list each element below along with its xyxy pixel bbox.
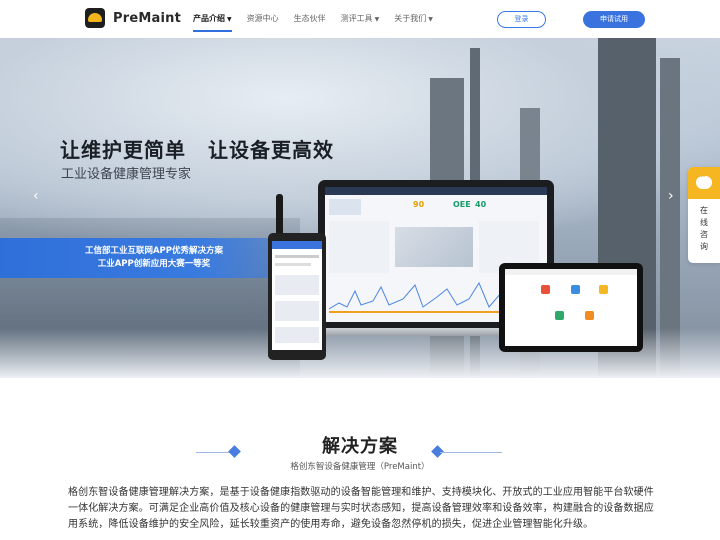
phone-list-line (275, 255, 319, 258)
chevron-down-icon: ▼ (428, 16, 433, 23)
top-navigation-bar: PreMaint 产品介绍 ▼ 资源中心 生态伙伴 测评工具 ▼ 关于我们 ▼ 登录 … (0, 0, 720, 38)
tablet-status-bar (505, 269, 637, 275)
nav-item-label: 生态伙伴 (293, 14, 326, 23)
chevron-left-icon[interactable]: ‹ (33, 188, 39, 204)
app-icon (571, 285, 580, 294)
metric-health: 90 (413, 200, 425, 209)
solution-title: 解决方案 (322, 436, 398, 457)
phone-card (275, 327, 319, 343)
phone-screen (272, 241, 322, 350)
slogan-left: 让维护更简单 (60, 138, 186, 162)
nav-item-label: 资源中心 (246, 14, 279, 23)
nav-item-resources[interactable]: 资源中心 (247, 0, 279, 38)
chevron-right-icon[interactable]: › (668, 188, 674, 204)
nav-item-about[interactable]: 关于我们 ▼ (394, 0, 433, 38)
app-icon (555, 311, 564, 320)
phone-app-header (272, 241, 322, 249)
award-line-1: 工信部工业互联网APP优秀解决方案 (84, 246, 224, 256)
tablet-device (499, 263, 643, 352)
metric-oee-value: 40 (475, 200, 487, 209)
award-banner: 工信部工业互联网APP优秀解决方案 工业APP创新应用大赛一等奖 (0, 238, 268, 278)
nav-item-partners[interactable]: 生态伙伴 (294, 0, 326, 38)
app-icon (541, 285, 550, 294)
tablet-screen (505, 269, 637, 346)
nav-item-evaluation-tools[interactable]: 测评工具 ▼ (341, 0, 380, 38)
consult-label[interactable]: 在线咨询 (698, 205, 710, 253)
phone-antenna (276, 194, 283, 236)
chevron-down-icon: ▼ (374, 16, 380, 23)
dashboard-panel (329, 221, 389, 273)
metric-oee-label: OEE (453, 200, 471, 209)
brand-logo[interactable]: PreMaint (85, 8, 181, 28)
login-button[interactable]: 登录 (497, 11, 546, 28)
app-icon (585, 311, 594, 320)
rugged-phone-device (268, 233, 326, 360)
chat-bubble-icon[interactable] (688, 167, 720, 199)
phone-card (275, 275, 319, 295)
dashboard-header (325, 187, 547, 195)
online-consult-widget[interactable]: 在线咨询 (688, 167, 720, 263)
helmet-logo-icon (85, 8, 105, 28)
solution-subtitle: 格创东智设备健康管理（PreMaint） (290, 462, 430, 472)
nav-item-label: 测评工具 (340, 14, 373, 23)
hero-slogan: 让维护更简单 让设备更高效 (60, 134, 334, 163)
app-icon (599, 285, 608, 294)
slogan-right: 让设备更高效 (208, 138, 334, 162)
award-line-2: 工业APP创新应用大赛一等奖 (97, 259, 211, 269)
nav-item-label: 关于我们 (394, 14, 427, 23)
phone-list-line (275, 263, 311, 266)
solution-description: 格创东智设备健康管理解决方案，是基于设备健康指数驱动的设备智能管理和维护、支持模… (68, 487, 654, 530)
apply-trial-button[interactable]: 申请试用 (583, 11, 645, 28)
main-nav: 产品介绍 ▼ 资源中心 生态伙伴 测评工具 ▼ 关于我们 ▼ (193, 0, 448, 38)
nav-item-label: 产品介绍 (193, 14, 225, 23)
phone-card (275, 301, 319, 321)
dashboard-thumb (329, 199, 361, 215)
brand-name: PreMaint (113, 10, 181, 26)
hero-subtitle: 工业设备健康管理专家 (61, 167, 192, 182)
nav-item-product[interactable]: 产品介绍 ▼ (193, 0, 232, 38)
chevron-down-icon: ▼ (227, 16, 232, 23)
equipment-3d-view (395, 227, 473, 267)
hero-banner: 让维护更简单 让设备更高效 工业设备健康管理专家 工信部工业互联网APP优秀解决方… (0, 38, 720, 378)
